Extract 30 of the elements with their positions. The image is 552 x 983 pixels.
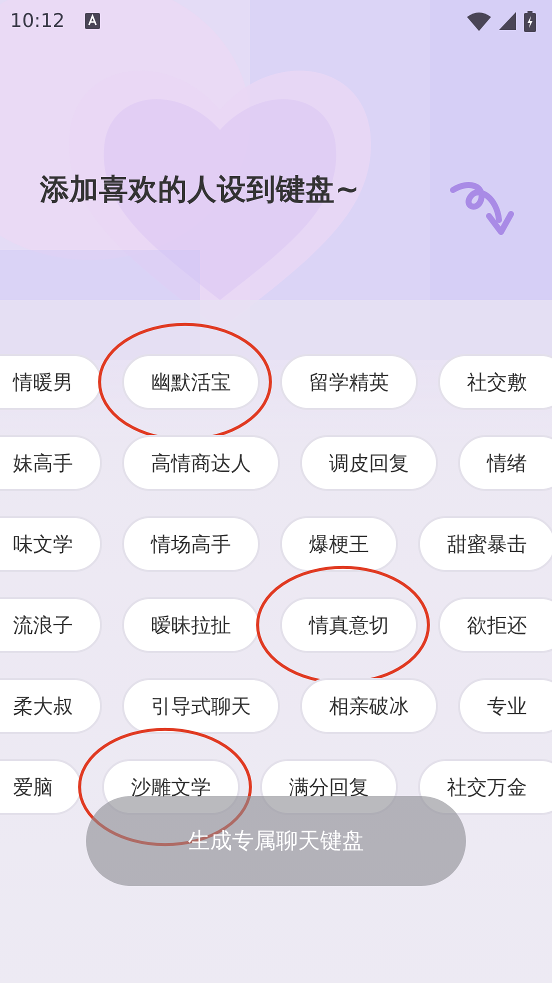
persona-tag[interactable]: 相亲破冰	[300, 678, 438, 734]
persona-tag[interactable]: 情场高手	[122, 516, 260, 572]
persona-tag[interactable]: 社交敷	[438, 354, 552, 410]
persona-tag[interactable]: 流浪子	[0, 597, 102, 653]
persona-tag[interactable]: 幽默活宝	[122, 354, 260, 410]
persona-tag[interactable]: 情真意切	[280, 597, 418, 653]
persona-tag[interactable]: 柔大叔	[0, 678, 102, 734]
persona-tag[interactable]: 爆梗王	[280, 516, 398, 572]
persona-tag[interactable]: 甜蜜暴击	[418, 516, 552, 572]
status-time: 10:12	[10, 8, 65, 34]
persona-tag[interactable]: 引导式聊天	[122, 678, 280, 734]
page-title: 添加喜欢的人设到键盘~	[38, 172, 361, 207]
persona-tag[interactable]: 情绪	[458, 435, 552, 491]
persona-tag[interactable]: 留学精英	[280, 354, 418, 410]
persona-tag[interactable]: 情暖男	[0, 354, 102, 410]
battery-icon	[524, 10, 536, 32]
persona-tag[interactable]: 高情商达人	[122, 435, 280, 491]
persona-tag[interactable]: 暧昧拉扯	[122, 597, 260, 653]
persona-tag[interactable]: 味文学	[0, 516, 102, 572]
persona-tag[interactable]: 爱脑	[0, 759, 82, 815]
persona-tag[interactable]: 欲拒还	[438, 597, 552, 653]
persona-tag[interactable]: 妹高手	[0, 435, 102, 491]
persona-tag[interactable]: 调皮回复	[300, 435, 438, 491]
persona-tag[interactable]: 满分回复	[260, 759, 398, 815]
wifi-icon	[467, 12, 491, 30]
keyboard-icon	[84, 13, 100, 29]
persona-tag[interactable]: 沙雕文学	[102, 759, 240, 815]
persona-tag[interactable]: 社交万金	[418, 759, 552, 815]
persona-tag[interactable]: 专业	[458, 678, 552, 734]
signal-icon	[499, 12, 516, 30]
